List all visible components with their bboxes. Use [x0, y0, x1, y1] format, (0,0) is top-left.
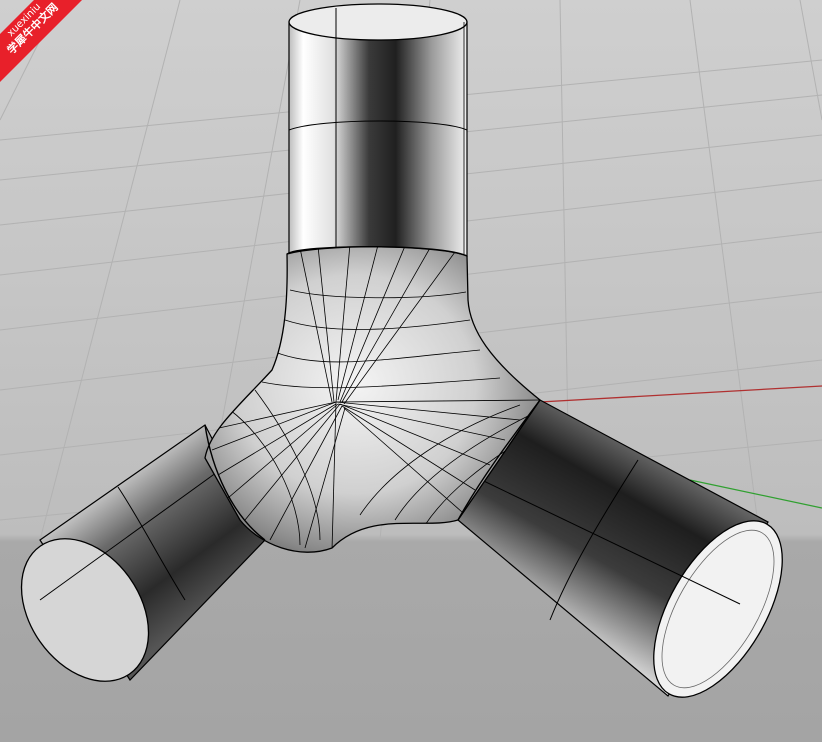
perspective-viewport[interactable]: xuexiniu 学犀牛中文网 [0, 0, 822, 742]
top-pipe-branch [288, 3, 468, 257]
rendered-y-pipe-model[interactable] [0, 0, 822, 742]
